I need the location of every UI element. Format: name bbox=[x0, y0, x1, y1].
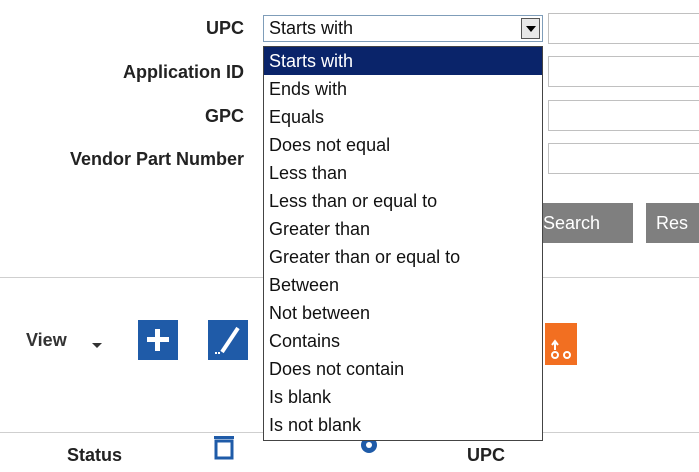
dropdown-option[interactable]: Does not equal bbox=[264, 131, 542, 159]
status-column-header[interactable]: Status bbox=[67, 445, 122, 466]
dropdown-option[interactable]: Greater than bbox=[264, 215, 542, 243]
operator-dropdown-list[interactable]: Starts with Ends with Equals Does not eq… bbox=[263, 46, 543, 441]
dropdown-option[interactable]: Is not blank bbox=[264, 411, 542, 439]
upc-label: UPC bbox=[205, 18, 244, 38]
gpc-label: GPC bbox=[204, 106, 244, 126]
checkbox-column-icon bbox=[214, 436, 234, 460]
upc-operator-value: Starts with bbox=[269, 18, 354, 38]
chevron-down-icon[interactable] bbox=[521, 18, 540, 39]
workflow-icon bbox=[551, 339, 571, 359]
search-button[interactable]: Search bbox=[533, 203, 633, 243]
pencil-icon bbox=[215, 326, 240, 354]
edit-button[interactable] bbox=[208, 320, 248, 360]
upc-operator-select[interactable]: Starts with bbox=[263, 15, 543, 42]
view-caret-icon bbox=[92, 343, 102, 348]
dropdown-option[interactable]: Greater than or equal to bbox=[264, 243, 542, 271]
vendor-part-number-input[interactable] bbox=[548, 143, 699, 174]
gpc-input[interactable] bbox=[548, 100, 699, 131]
upc-column-header[interactable]: UPC bbox=[467, 445, 505, 466]
dropdown-option[interactable]: Less than bbox=[264, 159, 542, 187]
dropdown-option[interactable]: Equals bbox=[264, 103, 542, 131]
dropdown-option[interactable]: Is blank bbox=[264, 383, 542, 411]
dropdown-option[interactable]: Between bbox=[264, 271, 542, 299]
dropdown-option[interactable]: Does not contain bbox=[264, 355, 542, 383]
workflow-button[interactable] bbox=[545, 323, 577, 365]
add-button[interactable] bbox=[138, 320, 178, 360]
application-id-label: Application ID bbox=[123, 62, 244, 82]
vendor-part-number-label: Vendor Part Number bbox=[69, 149, 244, 169]
reset-button[interactable]: Res bbox=[646, 203, 699, 243]
dropdown-option[interactable]: Contains bbox=[264, 327, 542, 355]
dropdown-option[interactable]: Ends with bbox=[264, 75, 542, 103]
dropdown-option[interactable]: Starts with bbox=[264, 47, 542, 75]
application-id-input[interactable] bbox=[548, 56, 699, 87]
upc-input[interactable] bbox=[548, 13, 699, 44]
dropdown-option[interactable]: Less than or equal to bbox=[264, 187, 542, 215]
view-menu[interactable]: View bbox=[26, 330, 67, 351]
dropdown-option[interactable]: Not between bbox=[264, 299, 542, 327]
